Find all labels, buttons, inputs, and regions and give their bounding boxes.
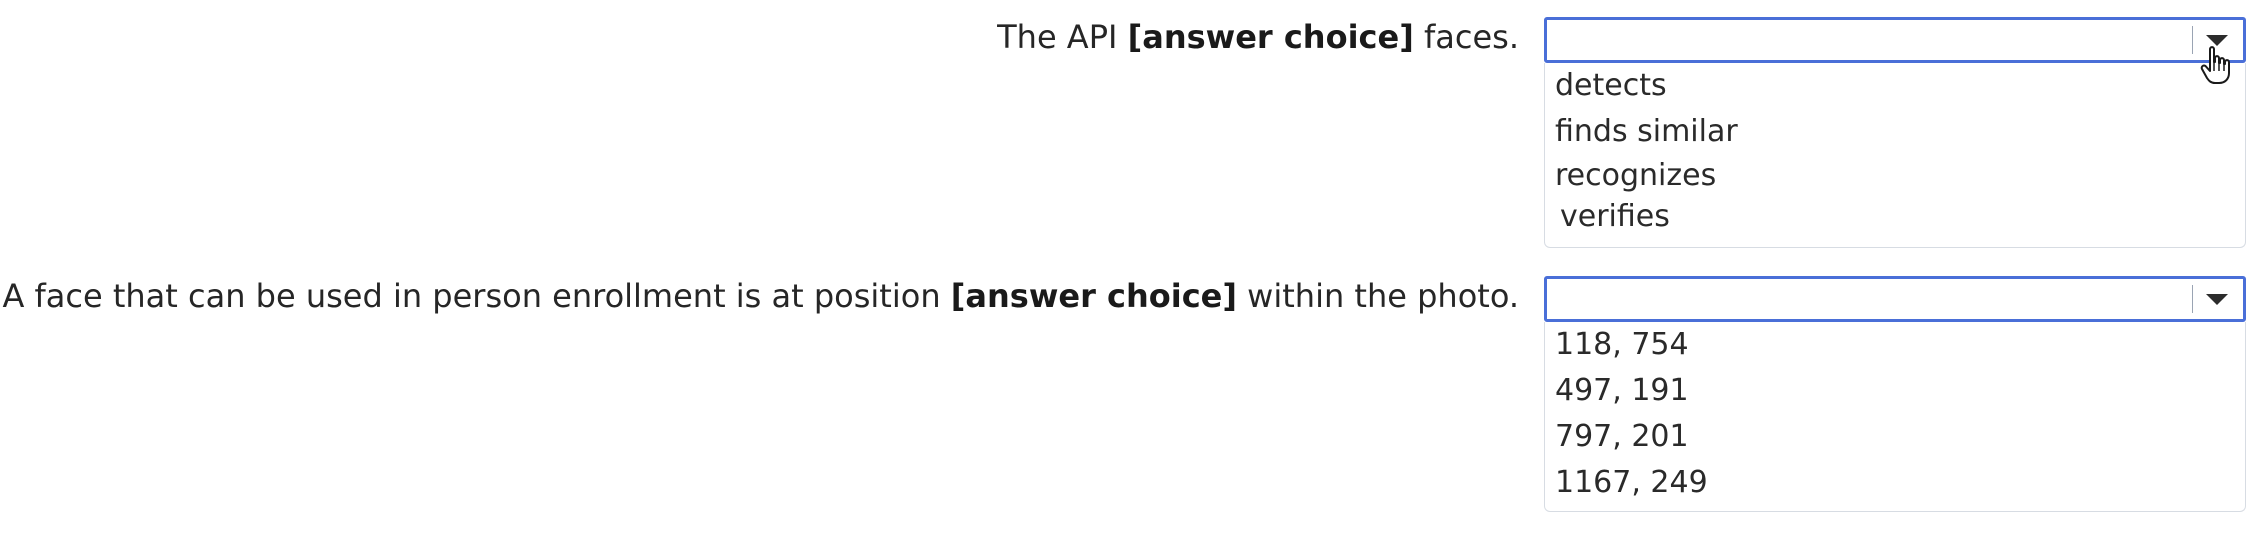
question-1-option-finds-similar[interactable]: finds similar	[1545, 109, 2245, 155]
question-1-dropdown[interactable]	[1544, 17, 2246, 63]
question-2-options: 118, 754 497, 191 797, 201 1167, 249	[1544, 322, 2246, 512]
question-1-suffix: faces.	[1413, 18, 1519, 56]
question-1-choice-marker: [answer choice]	[1127, 18, 1414, 56]
question-1-option-recognizes[interactable]: recognizes	[1545, 155, 2245, 197]
dropdown-divider	[2192, 285, 2193, 313]
question-2-dropdown[interactable]	[1544, 276, 2246, 322]
question-1-statement: The API [answer choice] faces.	[997, 17, 1519, 57]
question-2-option-4[interactable]: 1167, 249	[1545, 460, 2245, 506]
question-2-option-1[interactable]: 118, 754	[1545, 322, 2245, 368]
question-1-prefix: The API	[997, 18, 1128, 56]
question-1-options: detects finds similar recognizes verifie…	[1544, 63, 2246, 248]
question-1-option-verifies[interactable]: verifies	[1545, 197, 2245, 237]
dropdown-divider	[2192, 26, 2193, 54]
chevron-down-icon[interactable]	[2206, 294, 2228, 305]
hand-cursor-icon	[2200, 46, 2230, 84]
question-2-option-2[interactable]: 497, 191	[1545, 368, 2245, 414]
question-2-prefix: A face that can be used in person enroll…	[2, 277, 951, 315]
question-2-statement: A face that can be used in person enroll…	[2, 276, 1519, 316]
question-2-suffix: within the photo.	[1237, 277, 1519, 315]
question-2-choice-marker: [answer choice]	[950, 277, 1237, 315]
question-1-option-detects[interactable]: detects	[1545, 63, 2245, 109]
question-2-option-3[interactable]: 797, 201	[1545, 414, 2245, 460]
